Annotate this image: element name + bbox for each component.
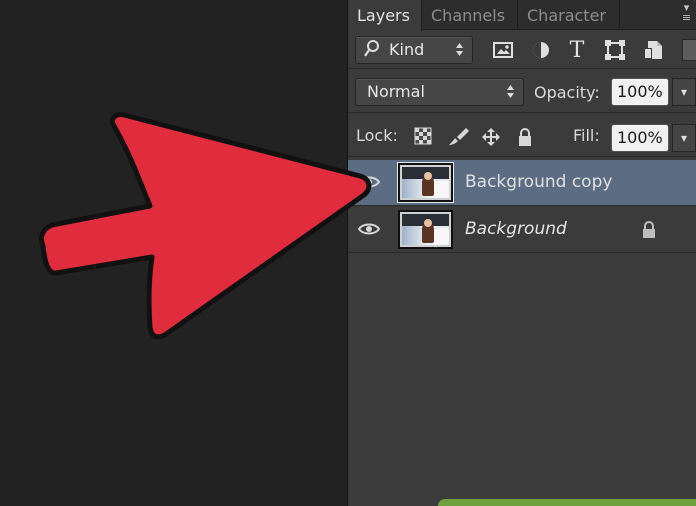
fill-value: 100% [617,128,663,147]
blend-row: Normal Opacity: 100% ▾ [348,74,696,110]
smart-object-filter-icon[interactable] [640,39,666,63]
layer-thumbnail [398,210,453,249]
brush-lock-icon[interactable] [445,127,470,147]
move-lock-icon[interactable] [480,127,502,147]
layer-name[interactable]: Background [465,219,567,240]
filter-kind-select[interactable]: Kind [355,36,473,64]
layer-thumbnail [397,162,454,203]
thumbnail-face [424,172,432,180]
search-icon [364,40,379,57]
half-circle-icon [533,42,549,58]
layer-row-background[interactable]: Background [348,207,696,253]
divider [348,156,696,157]
shape-icon [605,40,625,60]
panel-menu-icon[interactable]: ▾ ≡ [680,2,693,23]
thumbnail-light-area [432,228,449,245]
adjustment-filter-icon[interactable] [528,39,554,63]
type-filter-icon[interactable]: T [564,39,590,63]
image-icon [493,42,513,58]
filter-toggle[interactable] [682,39,696,61]
layers-list: Background copy Background [348,160,696,506]
lock-icon [643,221,655,238]
fill-label: Fill: [573,126,600,145]
move-arrows-icon [482,128,500,146]
fill-field[interactable]: 100% [611,124,669,152]
layers-panel: Layers Channels Character ▾ ≡ Kind T Nor… [347,0,696,506]
checkerboard-icon [414,127,432,145]
tab-channels[interactable]: Channels [422,0,518,30]
tab-layers[interactable]: Layers [348,0,422,31]
image-filter-icon[interactable] [490,39,516,63]
opacity-field[interactable]: 100% [611,78,669,106]
divider [348,112,696,113]
tab-character[interactable]: Character [518,0,620,30]
shape-filter-icon[interactable] [602,39,628,63]
filter-kind-label: Kind [389,40,425,59]
opacity-value: 100% [617,82,663,101]
divider [348,68,696,69]
opacity-label: Opacity: [534,83,600,102]
thumbnail-light-area [432,181,449,198]
layer-filter-row: Kind T [348,31,696,66]
padlock-icon [519,128,531,146]
fill-dropdown-button[interactable]: ▾ [672,124,696,152]
updown-arrows-icon [456,43,463,56]
red-arrow-annotation [38,112,372,340]
opacity-dropdown-button[interactable]: ▾ [672,78,696,106]
blend-mode-value: Normal [367,82,425,101]
layer-name[interactable]: Background copy [465,172,612,193]
brush-icon [448,128,469,145]
layer-row-background-copy[interactable]: Background copy [348,160,696,206]
updown-arrows-icon [507,85,514,98]
photoshop-screen: Layers Channels Character ▾ ≡ Kind T Nor… [0,0,696,506]
lock-icon[interactable] [516,127,534,147]
thumbnail-face [424,219,432,227]
thumbnail-image [402,167,449,198]
blend-mode-select[interactable]: Normal [355,78,524,106]
bottom-accent-bar [438,499,696,506]
checkerboard-lock-icon[interactable] [414,127,432,147]
document-icon [644,41,662,59]
panel-tabs: Layers Channels Character ▾ ≡ [348,0,696,31]
thumbnail-image [402,214,449,245]
